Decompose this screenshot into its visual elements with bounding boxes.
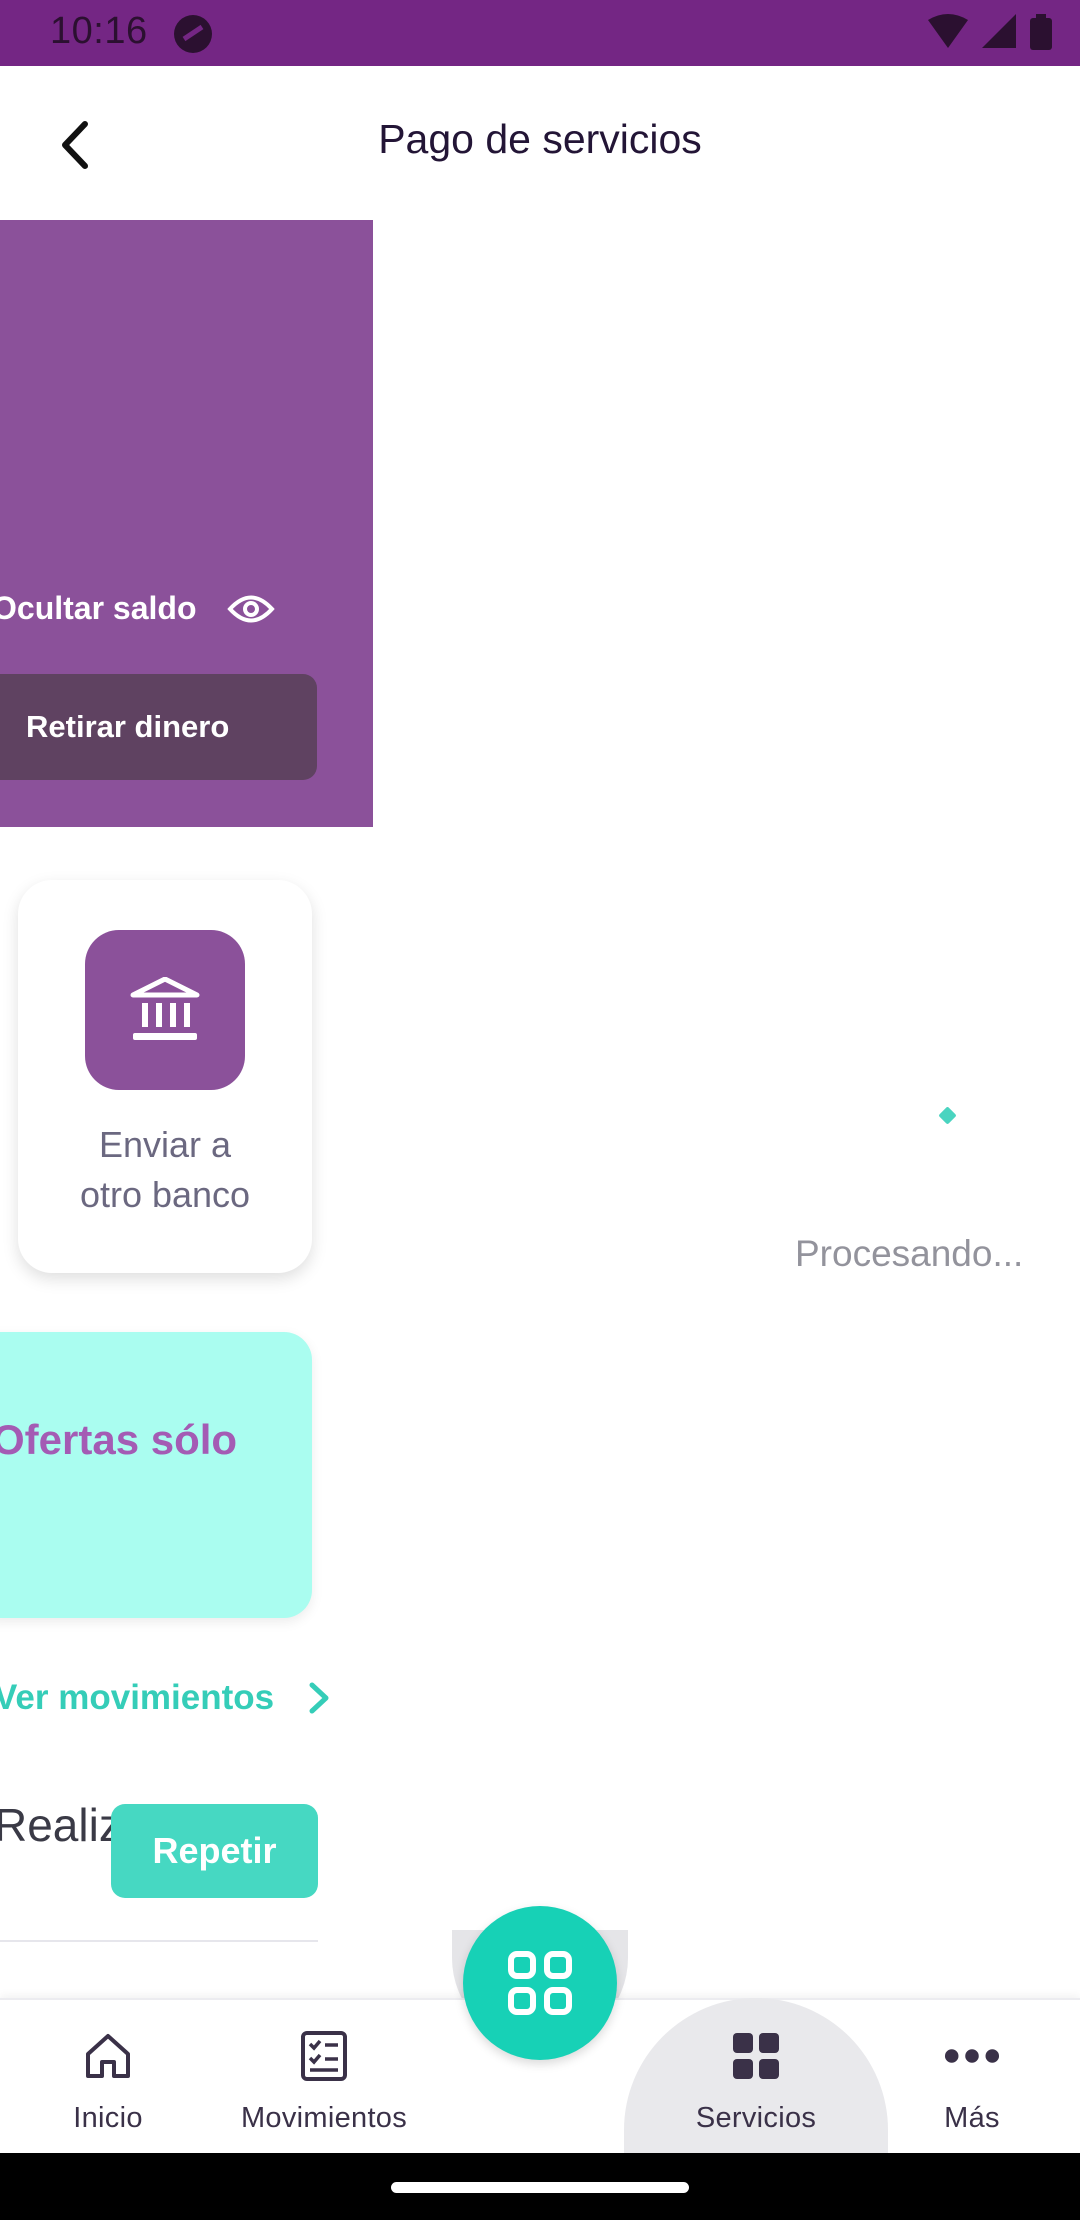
checklist-icon xyxy=(296,2028,352,2084)
hide-balance-label: Ocultar saldo xyxy=(0,590,197,626)
page-title: Pago de servicios xyxy=(378,116,702,162)
repeat-button[interactable]: Repetir xyxy=(111,1804,318,1898)
battery-icon xyxy=(1030,14,1052,50)
bank-tile xyxy=(85,930,245,1090)
promo-text: Ofertas sólo xyxy=(0,1416,238,1463)
nav-label-movements: Movimientos xyxy=(240,2102,408,2134)
grid-icon xyxy=(728,2028,784,2084)
quick-actions-fab[interactable] xyxy=(463,1906,617,2060)
send-other-bank-card[interactable]: Enviar a otro banco xyxy=(18,880,312,1273)
balance-card: Ocultar saldo Retirar dinero xyxy=(0,220,373,827)
send-other-bank-label: Enviar a otro banco xyxy=(18,1120,312,1220)
nav-label-more: Más xyxy=(944,2102,1000,2134)
chevron-right-icon xyxy=(309,1682,329,1714)
screen: 10:16 Pago de servicios Ocultar saldo Re… xyxy=(0,0,1080,2220)
hide-balance-toggle[interactable]: Ocultar saldo xyxy=(0,590,275,627)
signal-icon xyxy=(982,14,1016,48)
status-icons xyxy=(928,14,1052,50)
see-movements-link[interactable]: Ver movimientos xyxy=(0,1678,330,1718)
app-notification-icon xyxy=(174,15,212,53)
system-navigation-bar xyxy=(0,2153,1080,2220)
apps-grid-icon xyxy=(508,1951,572,2015)
nav-item-services[interactable]: Servicios xyxy=(624,1998,888,2153)
see-movements-label: Ver movimientos xyxy=(0,1678,275,1717)
send-other-bank-line1: Enviar a xyxy=(98,1124,232,1165)
eye-icon xyxy=(226,595,275,622)
loading-spinner xyxy=(938,1106,957,1125)
app-bar: Pago de servicios xyxy=(0,66,1080,220)
more-dots-icon xyxy=(944,2028,1000,2084)
wifi-icon xyxy=(928,14,968,48)
home-gesture-handle[interactable] xyxy=(391,2182,689,2193)
promo-banner[interactable]: Ofertas sólo xyxy=(0,1332,312,1618)
send-other-bank-line2: otro banco xyxy=(79,1174,251,1215)
nav-label-services: Servicios xyxy=(695,2102,817,2134)
nav-item-movements[interactable]: Movimientos xyxy=(220,1998,428,2153)
status-bar: 10:16 xyxy=(0,0,1080,66)
bank-icon xyxy=(130,977,200,1040)
status-time: 10:16 xyxy=(50,10,148,52)
withdraw-button[interactable]: Retirar dinero xyxy=(0,674,317,780)
nav-item-home[interactable]: Inicio xyxy=(38,1998,178,2153)
nav-label-home: Inicio xyxy=(73,2102,143,2134)
home-icon xyxy=(80,2028,136,2084)
processing-text: Procesando... xyxy=(795,1233,1024,1274)
nav-item-more[interactable]: Más xyxy=(912,1998,1032,2153)
history-row: Realizar Repetir xyxy=(0,1790,318,1942)
